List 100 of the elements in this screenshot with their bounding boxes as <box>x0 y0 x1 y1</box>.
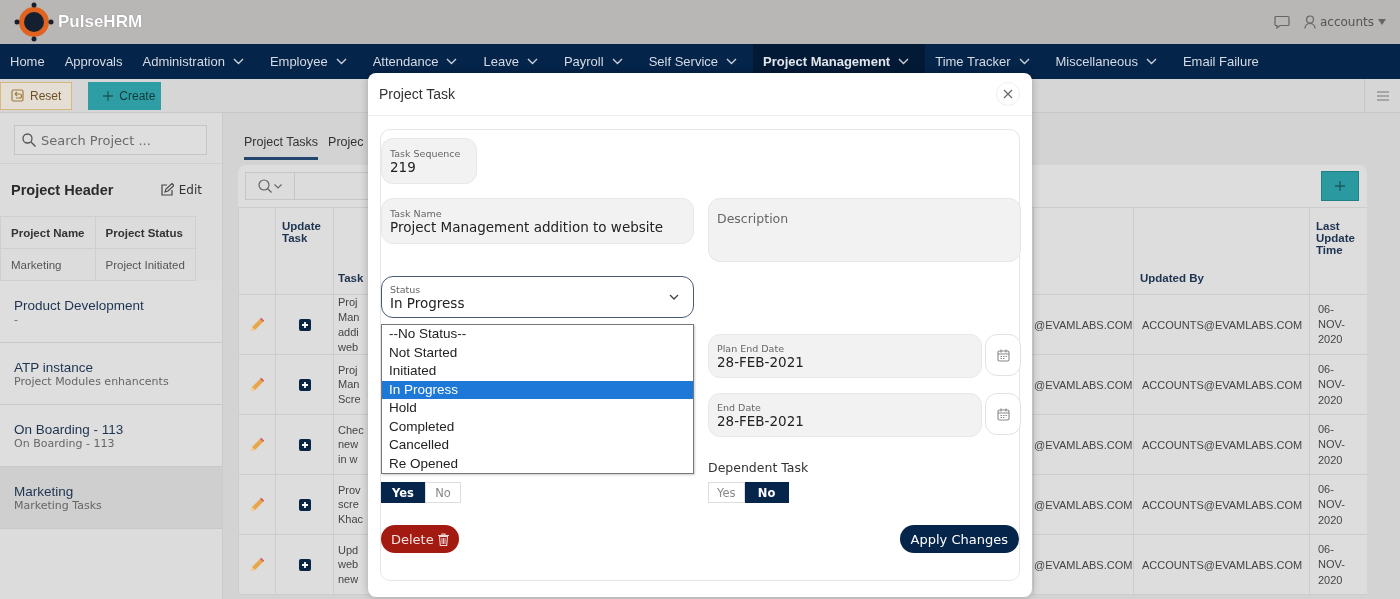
tab[interactable]: Projec <box>328 135 364 160</box>
delete-button[interactable]: Delete <box>381 525 459 553</box>
close-icon <box>1003 89 1013 99</box>
date-field[interactable]: End Date 28-FEB-2021 <box>708 393 982 437</box>
input-field[interactable]: Task Name Project Management addition to website <box>381 198 694 244</box>
chevron-down-icon <box>726 58 737 65</box>
text-area[interactable]: Description <box>708 198 1021 262</box>
pencil-icon <box>249 376 265 393</box>
column-header: Project Status <box>95 216 196 249</box>
dropdown-option[interactable]: Not Started <box>382 343 693 362</box>
plus-icon <box>103 90 114 101</box>
nav-item[interactable]: Employee <box>259 44 363 79</box>
select-field[interactable]: Status In Progress <box>381 276 694 318</box>
table-cell-text: 06-NOV-2020 <box>1318 541 1346 588</box>
chevron-down-icon <box>335 58 347 65</box>
user-icon <box>1303 15 1316 29</box>
nav-item[interactable]: Attendance <box>362 44 474 79</box>
toggle-option[interactable]: No <box>744 482 789 503</box>
add-icon[interactable] <box>298 558 311 571</box>
search-icon <box>258 179 272 193</box>
add-icon[interactable] <box>298 318 311 331</box>
user-name[interactable]: accounts <box>1319 15 1374 29</box>
chevron-down-icon <box>898 58 910 65</box>
table-cell-text: 06-NOV-2020 <box>1318 301 1346 348</box>
dropdown-option[interactable]: Completed <box>382 417 693 436</box>
input-field[interactable]: Task Sequence 219 <box>381 138 477 184</box>
add-icon[interactable] <box>298 438 311 451</box>
search-field[interactable]: Search Project ... <box>14 125 207 155</box>
chevron-down-icon <box>1145 58 1157 65</box>
dropdown-option[interactable]: Re Opened <box>382 454 693 473</box>
table-cell: Marketing <box>0 248 95 281</box>
chevron-down-icon <box>446 58 458 65</box>
calendar-icon <box>996 348 1010 362</box>
table-cell: @EVAMLABS.COM <box>1033 474 1134 535</box>
table-cell: ACCOUNTS@EVAMLABS.COM <box>1133 534 1310 595</box>
toggle-option[interactable]: Yes <box>708 482 745 503</box>
add-button[interactable] <box>1320 171 1359 201</box>
dropdown-option[interactable]: --No Status-- <box>382 325 693 344</box>
project-subtitle: Marketing Tasks <box>14 498 103 512</box>
nav-item[interactable]: Miscellaneous <box>1045 44 1173 79</box>
dropdown-option[interactable]: Initiated <box>382 362 693 381</box>
project-subtitle: - <box>14 312 19 326</box>
toggle-option[interactable]: Yes <box>381 482 425 503</box>
nav-item[interactable]: Home <box>0 44 55 79</box>
table-cell: ACCOUNTS@EVAMLABS.COM <box>1133 474 1310 535</box>
dropdown-list[interactable]: --No Status-- Not Started Initiated In Progress Hold Completed Cancelled Re Opened <box>381 324 694 474</box>
project-item[interactable]: Marketing Marketing Tasks <box>0 467 222 529</box>
dialog-title: Project Task <box>379 86 455 102</box>
column-header: Updated By <box>1133 207 1310 295</box>
caret-icon[interactable] <box>1378 19 1386 25</box>
brand-name: PulseHRM <box>58 12 143 32</box>
nav-item[interactable]: Self Service <box>638 44 753 79</box>
pencil-icon <box>249 436 265 453</box>
table-cell: ACCOUNTS@EVAMLABS.COM <box>1133 354 1310 415</box>
table-cell: ACCOUNTS@EVAMLABS.COM <box>1133 414 1310 475</box>
dropdown-option[interactable]: In Progress <box>382 380 693 399</box>
tab[interactable]: Project Tasks <box>244 135 319 160</box>
reset-button[interactable]: Reset <box>0 81 73 110</box>
apply-button[interactable]: Apply Changes <box>899 525 1019 553</box>
column-header: Update Task <box>275 207 334 295</box>
project-name: Product Development <box>14 297 145 313</box>
search-button[interactable] <box>245 172 295 200</box>
chevron-down-icon <box>526 58 538 65</box>
search-icon <box>22 133 36 147</box>
date-field[interactable]: Plan End Date 28-FEB-2021 <box>708 334 982 378</box>
table-cell: Project Initiated <box>95 248 196 281</box>
add-icon[interactable] <box>298 378 311 391</box>
chevron-down-icon <box>611 58 623 65</box>
chat-icon[interactable] <box>1273 15 1290 29</box>
nav-item[interactable]: Time Tracker <box>925 44 1046 79</box>
nav-item[interactable]: Payroll <box>553 44 639 79</box>
project-name: On Boarding - 113 <box>14 421 125 437</box>
pencil-icon <box>249 496 265 513</box>
table-cell: @EVAMLABS.COM <box>1033 354 1134 415</box>
dropdown-option[interactable]: Cancelled <box>382 436 693 455</box>
edit-icon <box>159 183 174 197</box>
nav-item[interactable]: Leave <box>473 44 554 79</box>
dropdown-option[interactable]: Hold <box>382 399 693 418</box>
pencil-icon <box>249 316 265 333</box>
nav-item[interactable]: Email Failure <box>1172 44 1269 79</box>
close-button[interactable] <box>996 82 1020 106</box>
trash-icon <box>437 532 449 546</box>
table-cell-text: 06-NOV-2020 <box>1318 481 1346 528</box>
chevron-down-icon <box>232 58 244 65</box>
add-icon[interactable] <box>298 498 311 511</box>
edit-link[interactable]: Edit <box>159 183 202 197</box>
table-cell: @EVAMLABS.COM <box>1033 414 1134 475</box>
project-name: ATP instance <box>14 359 95 375</box>
field-label: Dependent Task <box>708 460 810 477</box>
plus-icon <box>1334 181 1345 191</box>
nav-item[interactable]: Approvals <box>54 44 133 79</box>
section-title: Project Header <box>11 182 114 198</box>
nav-item[interactable]: Administration <box>132 44 260 79</box>
chevron-down-icon <box>1018 58 1030 65</box>
table-cell: ACCOUNTS@EVAMLABS.COM <box>1133 294 1310 355</box>
toggle-option[interactable]: No <box>425 482 461 503</box>
project-subtitle: On Boarding - 113 <box>14 436 116 450</box>
create-button[interactable]: Create <box>88 81 162 110</box>
calendar-icon <box>996 407 1010 421</box>
logo-icon <box>14 2 54 42</box>
